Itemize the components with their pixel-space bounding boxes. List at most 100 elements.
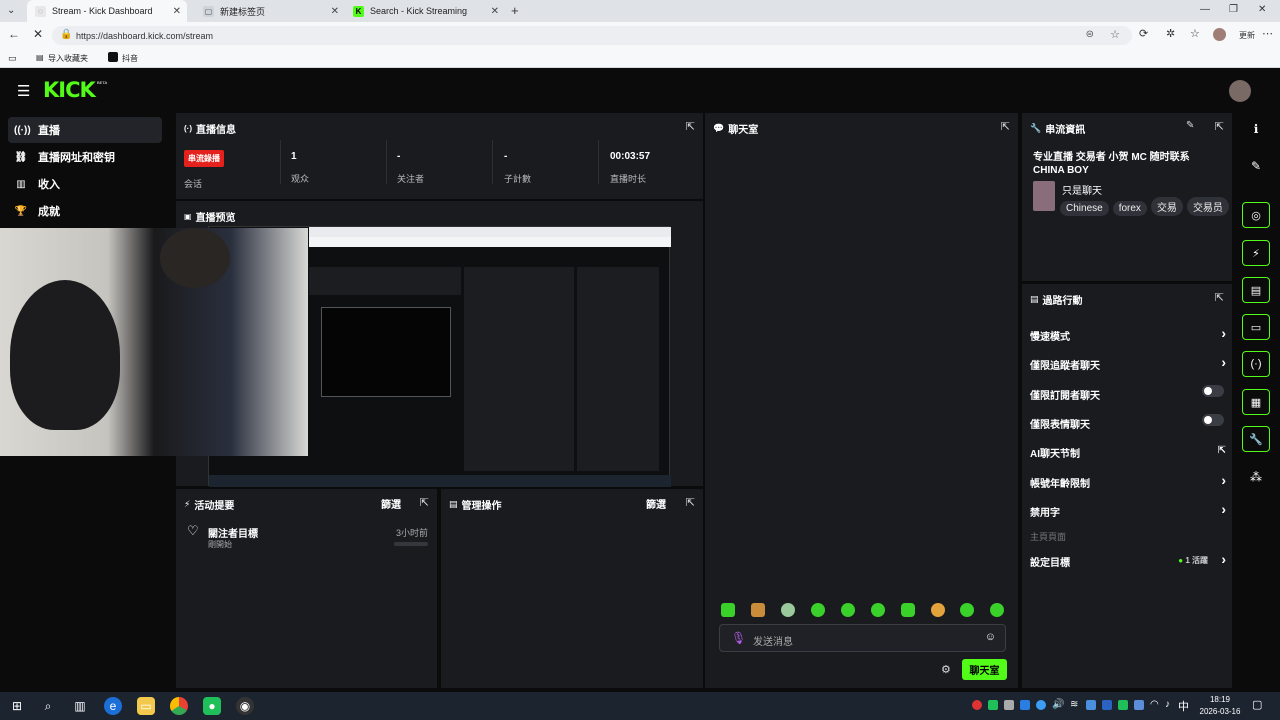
new-tab-icon[interactable]: + bbox=[511, 3, 519, 18]
back-icon[interactable]: ← bbox=[8, 27, 20, 41]
tag-chip[interactable]: 交易员 bbox=[1186, 197, 1229, 216]
tag-chip[interactable]: Chinese bbox=[1060, 201, 1109, 216]
tray-app-icon[interactable] bbox=[1134, 700, 1144, 710]
puzzle-icon[interactable]: ✲ bbox=[1166, 27, 1175, 40]
chat-send-button[interactable]: 聊天室 bbox=[962, 659, 1007, 680]
tag-chip[interactable]: forex bbox=[1112, 201, 1147, 216]
rail-broadcast-button[interactable]: (·) bbox=[1242, 351, 1270, 377]
chat-settings-icon[interactable]: ⚙ bbox=[941, 663, 951, 676]
tray-app-icon[interactable] bbox=[972, 700, 982, 710]
volume-icon[interactable]: 🔊 bbox=[1052, 699, 1064, 710]
tray-app-icon[interactable] bbox=[1086, 700, 1096, 710]
tray-app-icon[interactable] bbox=[1036, 700, 1046, 710]
sidebar-item-achievements[interactable]: 🏆 成就 bbox=[8, 198, 162, 224]
clock-date[interactable]: 2026-03-16 bbox=[1194, 707, 1246, 716]
favorite-star-icon[interactable]: ☆ bbox=[1110, 28, 1120, 41]
tray-app-icon[interactable] bbox=[1102, 700, 1112, 710]
sidebar-item-income[interactable]: ▥ 收入 bbox=[8, 171, 162, 197]
task-view-icon[interactable]: ▥ bbox=[71, 697, 89, 715]
close-tab-icon[interactable]: ✕ bbox=[491, 6, 499, 17]
activity-filter-button[interactable]: 篩選 bbox=[381, 496, 401, 511]
emote-icon[interactable] bbox=[781, 603, 795, 617]
rail-lightning-button[interactable]: ⚡ bbox=[1242, 240, 1270, 266]
site-info-icon[interactable]: 🔒 bbox=[60, 29, 72, 40]
popout-icon[interactable]: ⇱ bbox=[1001, 120, 1010, 133]
list-item[interactable]: ♡ 關注者目標 剛開始 3小时前 bbox=[184, 522, 430, 550]
emote-icon[interactable] bbox=[811, 603, 825, 617]
clock-time[interactable]: 18:19 bbox=[1196, 695, 1244, 704]
extensions-icon[interactable]: ⟳ bbox=[1139, 27, 1148, 40]
wifi-icon[interactable]: ◠ bbox=[1150, 699, 1159, 710]
search-icon[interactable]: ⌕ bbox=[39, 697, 57, 715]
subscribers-only-toggle[interactable] bbox=[1202, 385, 1224, 397]
bookmark-import[interactable]: 导入收藏夹 bbox=[48, 53, 88, 64]
account-age-row[interactable]: 帳號年齡限制 › bbox=[1030, 472, 1226, 490]
network-icon[interactable]: ≋ bbox=[1070, 699, 1078, 710]
wechat-icon[interactable]: ● bbox=[203, 697, 221, 715]
more-menu-icon[interactable]: ⋯ bbox=[1262, 27, 1273, 40]
info-icon[interactable]: ℹ bbox=[1242, 116, 1270, 142]
followers-only-row[interactable]: 僅限追蹤者聊天 › bbox=[1030, 354, 1226, 372]
obs-icon[interactable]: ◉ bbox=[236, 697, 254, 715]
emoji-icon[interactable]: ☺ bbox=[985, 631, 996, 643]
rail-layout-button[interactable]: ▦ bbox=[1242, 389, 1270, 415]
tab-kick-search[interactable]: K Search - Kick Streaming ✕ bbox=[345, 0, 505, 22]
close-tab-icon[interactable]: ✕ bbox=[173, 6, 181, 17]
popout-icon[interactable]: ⇱ bbox=[420, 496, 429, 509]
emote-icon[interactable] bbox=[960, 603, 974, 617]
speaker-icon[interactable]: ♪ bbox=[1165, 699, 1170, 710]
emote-icon[interactable] bbox=[841, 603, 855, 617]
emote-icon[interactable] bbox=[990, 603, 1004, 617]
tray-app-icon[interactable] bbox=[1004, 700, 1014, 710]
sidebar-item-stream[interactable]: ((·)) 直播 bbox=[8, 117, 162, 143]
kick-logo[interactable]: KICK bbox=[43, 78, 96, 102]
ime-indicator[interactable]: 中 bbox=[1178, 698, 1189, 714]
emote-icon[interactable] bbox=[931, 603, 945, 617]
chrome-icon[interactable] bbox=[170, 697, 188, 715]
popout-icon[interactable]: ⇱ bbox=[1215, 120, 1224, 133]
ai-moderation-row[interactable]: AI聊天节制 ⇱ bbox=[1030, 445, 1226, 460]
notifications-icon[interactable]: ▢ bbox=[1252, 698, 1262, 711]
hamburger-menu-icon[interactable]: ☰ bbox=[17, 82, 30, 100]
emote-icon[interactable] bbox=[871, 603, 885, 617]
tab-new[interactable]: ▢ 新建标签页 ✕ bbox=[195, 0, 345, 22]
tag-chip[interactable]: 交易 bbox=[1150, 197, 1183, 216]
favorites-icon[interactable]: ☆ bbox=[1190, 27, 1200, 40]
tab-list-icon[interactable]: ⌄ bbox=[7, 5, 15, 16]
add-widget-icon[interactable]: ⁂ bbox=[1242, 464, 1270, 490]
edge-browser-icon[interactable]: e bbox=[104, 697, 122, 715]
minimize-icon[interactable]: — bbox=[1200, 4, 1210, 15]
popout-icon[interactable]: ⇱ bbox=[1215, 291, 1224, 304]
rail-chat-button[interactable]: ▭ bbox=[1242, 314, 1270, 340]
microphone-icon[interactable]: 🎙 bbox=[731, 631, 746, 645]
tray-wechat-icon[interactable] bbox=[988, 700, 998, 710]
user-avatar[interactable] bbox=[1229, 80, 1251, 102]
sidebar-item-url-key[interactable]: ⛓ 直播网址和密钥 bbox=[8, 144, 162, 170]
slow-mode-row[interactable]: 慢速模式 › bbox=[1030, 325, 1226, 343]
tab-kick-dashboard[interactable]: ◌ Stream - Kick Dashboard ✕ bbox=[27, 0, 187, 22]
emote-only-toggle[interactable] bbox=[1202, 414, 1224, 426]
file-explorer-icon[interactable]: ▭ bbox=[137, 697, 155, 715]
popout-icon[interactable]: ⇱ bbox=[686, 496, 695, 509]
chat-input[interactable]: 🎙 发送消息 ☺ bbox=[719, 624, 1006, 652]
reader-icon[interactable]: ⊜ bbox=[1086, 29, 1094, 40]
set-goal-row[interactable]: 設定目標 ● 1 活躍 › bbox=[1030, 551, 1226, 569]
tray-app-icon[interactable] bbox=[1020, 700, 1030, 710]
emote-icon[interactable] bbox=[721, 603, 735, 617]
close-window-icon[interactable]: ✕ bbox=[1258, 4, 1266, 15]
rail-clipboard-button[interactable]: ▤ bbox=[1242, 277, 1270, 303]
profile-avatar[interactable] bbox=[1213, 28, 1226, 41]
rail-wrench-button[interactable]: 🔧 bbox=[1242, 426, 1270, 452]
popout-icon[interactable]: ⇱ bbox=[686, 120, 695, 133]
emote-icon[interactable] bbox=[751, 603, 765, 617]
stop-loading-icon[interactable]: ✕ bbox=[33, 27, 43, 41]
restore-icon[interactable]: ❐ bbox=[1229, 4, 1238, 15]
update-button[interactable]: 更新 bbox=[1239, 30, 1255, 41]
windows-start-icon[interactable]: ⊞ bbox=[8, 697, 26, 715]
bookmark-douyin[interactable]: 抖音 bbox=[122, 53, 138, 64]
address-bar[interactable]: 🔒 https://dashboard.kick.com/stream ⊜ ☆ bbox=[52, 26, 1132, 45]
banned-words-row[interactable]: 禁用字 › bbox=[1030, 501, 1226, 519]
emote-icon[interactable] bbox=[901, 603, 915, 617]
edit-icon[interactable]: ✎ bbox=[1242, 153, 1270, 179]
close-tab-icon[interactable]: ✕ bbox=[331, 6, 339, 17]
